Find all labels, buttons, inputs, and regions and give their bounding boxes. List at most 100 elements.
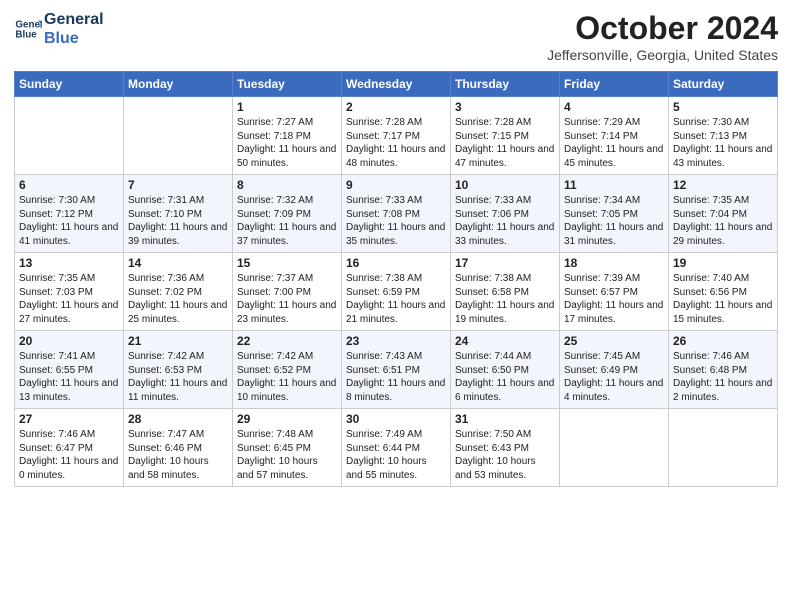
calendar-cell: 18 Sunrise: 7:39 AM Sunset: 6:57 PM Dayli… xyxy=(560,253,669,331)
cell-info: Sunrise: 7:30 AM Sunset: 7:13 PM Dayligh… xyxy=(673,116,773,170)
day-number: 8 xyxy=(237,178,337,192)
calendar-cell: 16 Sunrise: 7:38 AM Sunset: 6:59 PM Dayli… xyxy=(342,253,451,331)
cell-info: Sunrise: 7:49 AM Sunset: 6:44 PM Dayligh… xyxy=(346,428,446,482)
calendar-cell: 9 Sunrise: 7:33 AM Sunset: 7:08 PM Daylig… xyxy=(342,175,451,253)
day-number: 2 xyxy=(346,100,446,114)
day-number: 25 xyxy=(564,334,664,348)
day-number: 18 xyxy=(564,256,664,270)
header-saturday: Saturday xyxy=(669,72,778,97)
calendar-cell: 1 Sunrise: 7:27 AM Sunset: 7:18 PM Daylig… xyxy=(233,97,342,175)
logo-icon: General Blue xyxy=(14,15,42,43)
calendar-header-row: SundayMondayTuesdayWednesdayThursdayFrid… xyxy=(15,72,778,97)
day-number: 27 xyxy=(19,412,119,426)
header-tuesday: Tuesday xyxy=(233,72,342,97)
day-number: 24 xyxy=(455,334,555,348)
calendar-cell: 15 Sunrise: 7:37 AM Sunset: 7:00 PM Dayli… xyxy=(233,253,342,331)
calendar-cell: 14 Sunrise: 7:36 AM Sunset: 7:02 PM Dayli… xyxy=(124,253,233,331)
cell-info: Sunrise: 7:46 AM Sunset: 6:48 PM Dayligh… xyxy=(673,350,773,404)
day-number: 10 xyxy=(455,178,555,192)
calendar-cell xyxy=(124,97,233,175)
week-row-1: 1 Sunrise: 7:27 AM Sunset: 7:18 PM Daylig… xyxy=(15,97,778,175)
cell-info: Sunrise: 7:38 AM Sunset: 6:59 PM Dayligh… xyxy=(346,272,446,326)
calendar-cell: 19Sunrise: 7:40 AM Sunset: 6:56 PM Dayli… xyxy=(669,253,778,331)
calendar-cell: 30 Sunrise: 7:49 AM Sunset: 6:44 PM Dayli… xyxy=(342,409,451,487)
week-row-2: 6 Sunrise: 7:30 AM Sunset: 7:12 PM Daylig… xyxy=(15,175,778,253)
cell-info: Sunrise: 7:33 AM Sunset: 7:08 PM Dayligh… xyxy=(346,194,446,248)
day-number: 5 xyxy=(673,100,773,114)
logo: General Blue General Blue xyxy=(14,10,104,48)
calendar-cell xyxy=(15,97,124,175)
cell-info: Sunrise: 7:50 AM Sunset: 6:43 PM Dayligh… xyxy=(455,428,555,482)
calendar-cell: 26Sunrise: 7:46 AM Sunset: 6:48 PM Dayli… xyxy=(669,331,778,409)
day-number: 22 xyxy=(237,334,337,348)
calendar-cell: 27 Sunrise: 7:46 AM Sunset: 6:47 PM Dayli… xyxy=(15,409,124,487)
cell-info: Sunrise: 7:36 AM Sunset: 7:02 PM Dayligh… xyxy=(128,272,228,326)
cell-info: Sunrise: 7:30 AM Sunset: 7:12 PM Dayligh… xyxy=(19,194,119,248)
location: Jeffersonville, Georgia, United States xyxy=(547,47,778,63)
calendar-cell: 6 Sunrise: 7:30 AM Sunset: 7:12 PM Daylig… xyxy=(15,175,124,253)
day-number: 20 xyxy=(19,334,119,348)
cell-info: Sunrise: 7:39 AM Sunset: 6:57 PM Dayligh… xyxy=(564,272,664,326)
header: General Blue General Blue October 2024 J… xyxy=(14,10,778,63)
cell-info: Sunrise: 7:28 AM Sunset: 7:17 PM Dayligh… xyxy=(346,116,446,170)
calendar-cell: 20 Sunrise: 7:41 AM Sunset: 6:55 PM Dayli… xyxy=(15,331,124,409)
cell-info: Sunrise: 7:46 AM Sunset: 6:47 PM Dayligh… xyxy=(19,428,119,482)
calendar-cell: 25 Sunrise: 7:45 AM Sunset: 6:49 PM Dayli… xyxy=(560,331,669,409)
cell-info: Sunrise: 7:48 AM Sunset: 6:45 PM Dayligh… xyxy=(237,428,337,482)
day-number: 21 xyxy=(128,334,228,348)
calendar-cell: 22Sunrise: 7:42 AM Sunset: 6:52 PM Dayli… xyxy=(233,331,342,409)
calendar-cell xyxy=(669,409,778,487)
calendar-cell: 4Sunrise: 7:29 AM Sunset: 7:14 PM Daylig… xyxy=(560,97,669,175)
week-row-5: 27 Sunrise: 7:46 AM Sunset: 6:47 PM Dayli… xyxy=(15,409,778,487)
day-number: 23 xyxy=(346,334,446,348)
day-number: 1 xyxy=(237,100,337,114)
calendar-cell: 2 Sunrise: 7:28 AM Sunset: 7:17 PM Daylig… xyxy=(342,97,451,175)
day-number: 30 xyxy=(346,412,446,426)
cell-info: Sunrise: 7:29 AM Sunset: 7:14 PM Dayligh… xyxy=(564,116,664,170)
calendar-cell: 5 Sunrise: 7:30 AM Sunset: 7:13 PM Daylig… xyxy=(669,97,778,175)
cell-info: Sunrise: 7:47 AM Sunset: 6:46 PM Dayligh… xyxy=(128,428,228,482)
cell-info: Sunrise: 7:27 AM Sunset: 7:18 PM Dayligh… xyxy=(237,116,337,170)
calendar-cell: 24 Sunrise: 7:44 AM Sunset: 6:50 PM Dayli… xyxy=(451,331,560,409)
day-number: 17 xyxy=(455,256,555,270)
day-number: 13 xyxy=(19,256,119,270)
header-thursday: Thursday xyxy=(451,72,560,97)
day-number: 31 xyxy=(455,412,555,426)
header-sunday: Sunday xyxy=(15,72,124,97)
cell-info: Sunrise: 7:42 AM Sunset: 6:53 PM Dayligh… xyxy=(128,350,228,404)
cell-info: Sunrise: 7:41 AM Sunset: 6:55 PM Dayligh… xyxy=(19,350,119,404)
day-number: 15 xyxy=(237,256,337,270)
cell-info: Sunrise: 7:35 AM Sunset: 7:03 PM Dayligh… xyxy=(19,272,119,326)
cell-info: Sunrise: 7:45 AM Sunset: 6:49 PM Dayligh… xyxy=(564,350,664,404)
day-number: 3 xyxy=(455,100,555,114)
calendar-cell: 8 Sunrise: 7:32 AM Sunset: 7:09 PM Daylig… xyxy=(233,175,342,253)
day-number: 28 xyxy=(128,412,228,426)
cell-info: Sunrise: 7:37 AM Sunset: 7:00 PM Dayligh… xyxy=(237,272,337,326)
cell-info: Sunrise: 7:44 AM Sunset: 6:50 PM Dayligh… xyxy=(455,350,555,404)
calendar-cell: 17 Sunrise: 7:38 AM Sunset: 6:58 PM Dayli… xyxy=(451,253,560,331)
calendar-cell: 3 Sunrise: 7:28 AM Sunset: 7:15 PM Daylig… xyxy=(451,97,560,175)
day-number: 9 xyxy=(346,178,446,192)
week-row-3: 13 Sunrise: 7:35 AM Sunset: 7:03 PM Dayli… xyxy=(15,253,778,331)
calendar-cell: 31 Sunrise: 7:50 AM Sunset: 6:43 PM Dayli… xyxy=(451,409,560,487)
cell-info: Sunrise: 7:33 AM Sunset: 7:06 PM Dayligh… xyxy=(455,194,555,248)
cell-info: Sunrise: 7:32 AM Sunset: 7:09 PM Dayligh… xyxy=(237,194,337,248)
logo-blue: Blue xyxy=(44,29,104,48)
month-title: October 2024 xyxy=(547,10,778,47)
cell-info: Sunrise: 7:31 AM Sunset: 7:10 PM Dayligh… xyxy=(128,194,228,248)
logo-general: General xyxy=(44,10,104,29)
day-number: 11 xyxy=(564,178,664,192)
cell-info: Sunrise: 7:35 AM Sunset: 7:04 PM Dayligh… xyxy=(673,194,773,248)
week-row-4: 20 Sunrise: 7:41 AM Sunset: 6:55 PM Dayli… xyxy=(15,331,778,409)
day-number: 14 xyxy=(128,256,228,270)
cell-info: Sunrise: 7:28 AM Sunset: 7:15 PM Dayligh… xyxy=(455,116,555,170)
calendar-cell: 10 Sunrise: 7:33 AM Sunset: 7:06 PM Dayli… xyxy=(451,175,560,253)
calendar-cell: 13 Sunrise: 7:35 AM Sunset: 7:03 PM Dayli… xyxy=(15,253,124,331)
cell-info: Sunrise: 7:38 AM Sunset: 6:58 PM Dayligh… xyxy=(455,272,555,326)
header-wednesday: Wednesday xyxy=(342,72,451,97)
day-number: 6 xyxy=(19,178,119,192)
day-number: 16 xyxy=(346,256,446,270)
calendar-cell: 21 Sunrise: 7:42 AM Sunset: 6:53 PM Dayli… xyxy=(124,331,233,409)
calendar-cell: 12Sunrise: 7:35 AM Sunset: 7:04 PM Dayli… xyxy=(669,175,778,253)
calendar-table: SundayMondayTuesdayWednesdayThursdayFrid… xyxy=(14,71,778,487)
